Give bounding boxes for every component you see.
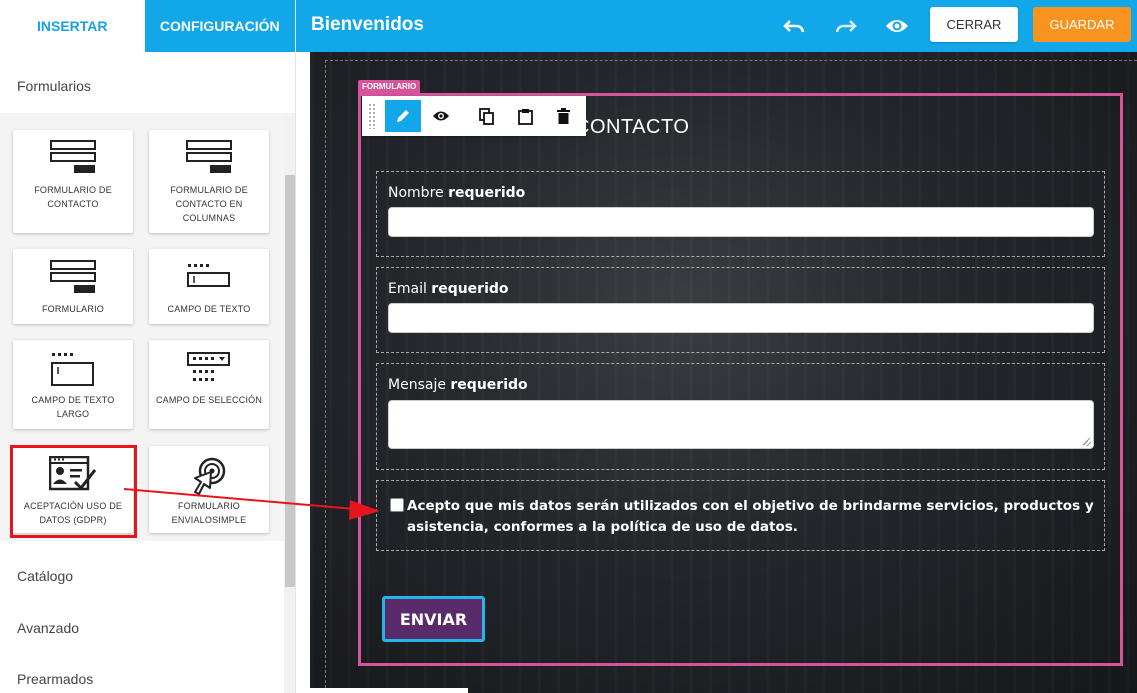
page-title: Bienvenidos [311,14,424,35]
undo-icon[interactable] [780,12,808,40]
gdpr-highlight-box [10,445,137,538]
block-formulario-contacto[interactable]: FORMULARIO DE CONTACTO [13,130,133,233]
redo-icon[interactable] [832,12,860,40]
textarea-icon [13,352,133,388]
sidebar-item-prearmados[interactable]: Prearmados [17,671,93,687]
drag-handle-icon[interactable] [368,103,376,129]
tab-insertar[interactable]: INSERTAR [0,0,145,52]
block-campo-texto[interactable]: CAMPO DE TEXTO [149,249,269,324]
block-label: FORMULARIO ENVIALOSIMPLE [171,501,247,525]
block-label: CAMPO DE SELECCIÓN [155,395,263,405]
close-button[interactable]: CERRAR [930,7,1018,42]
left-panel: INSERTAR CONFIGURACIÓN Formularios FORMU… [0,0,296,693]
select-field-icon [149,352,269,384]
field-mensaje[interactable]: Mensaje requerido [376,363,1105,470]
panel-tabs: INSERTAR CONFIGURACIÓN [0,0,295,52]
sidebar-item-catalogo[interactable]: Catálogo [17,568,73,584]
edit-pencil-icon[interactable] [385,100,421,132]
delete-trash-icon[interactable] [545,100,581,132]
sidebar-scrollbar-thumb[interactable] [285,175,295,587]
duplicate-icon[interactable] [469,100,505,132]
field-label-nombre: Nombre requerido [388,185,526,201]
block-label: FORMULARIO DE CONTACTO [34,185,112,209]
save-button[interactable]: GUARDAR [1033,7,1131,42]
field-gdpr[interactable]: Acepto que mis datos serán utilizados co… [376,480,1105,551]
field-label-mensaje: Mensaje requerido [388,377,528,393]
bottom-strip [300,688,468,693]
block-label: FORMULARIO [41,304,104,314]
block-formulario[interactable]: FORMULARIO [13,249,133,324]
gdpr-consent-text: Acepto que mis datos serán utilizados co… [407,498,1094,535]
preview-eye-icon[interactable] [883,12,911,40]
tab-configuracion[interactable]: CONFIGURACIÓN [144,0,295,52]
field-label-email: Email requerido [388,281,509,297]
form-tag: FORMULARIO [358,80,421,94]
block-label: FORMULARIO DE CONTACTO EN COLUMNAS [170,185,248,223]
block-label: CAMPO DE TEXTO [167,304,251,314]
target-pointer-icon [149,456,269,496]
nombre-input[interactable] [388,207,1094,237]
block-formulario-envialosimple[interactable]: FORMULARIO ENVIALOSIMPLE [149,446,269,533]
block-toolbar [362,96,586,136]
block-formulario-columnas[interactable]: FORMULARIO DE CONTACTO EN COLUMNAS [149,130,269,233]
form-columns-icon [149,140,269,174]
sidebar-item-avanzado[interactable]: Avanzado [17,620,79,636]
block-label: CAMPO DE TEXTO LARGO [31,395,115,419]
field-nombre[interactable]: Nombre requerido [376,171,1105,257]
text-field-icon [149,263,269,289]
resize-handle-icon[interactable] [1083,438,1091,446]
block-campo-texto-largo[interactable]: CAMPO DE TEXTO LARGO [13,340,133,429]
form-simple-icon [13,260,133,294]
form-icon [13,140,133,174]
mensaje-textarea[interactable] [388,400,1094,449]
submit-button[interactable]: ENVIAR [382,596,485,642]
email-input[interactable] [388,303,1094,333]
top-bar: Bienvenidos CERRAR GUARDAR [296,0,1137,52]
view-eye-icon[interactable] [423,100,459,132]
field-email[interactable]: Email requerido [376,267,1105,353]
gdpr-checkbox[interactable] [390,498,404,512]
form-heading: CONTACTO [575,116,690,138]
section-title-formularios[interactable]: Formularios [17,78,91,94]
paste-icon[interactable] [507,100,543,132]
block-campo-seleccion[interactable]: CAMPO DE SELECCIÓN [149,340,269,429]
